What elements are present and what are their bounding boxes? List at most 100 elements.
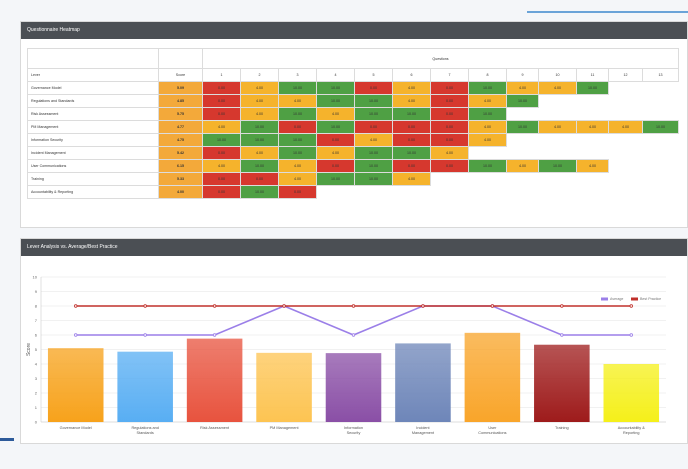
heatmap-cell: 10.00 bbox=[392, 107, 431, 121]
heatmap-empty-cell bbox=[506, 172, 539, 186]
x-tick-label: Regulations and Standards bbox=[131, 426, 158, 435]
heatmap-empty-cell bbox=[538, 172, 577, 186]
heatmap-cell: 4.00 bbox=[430, 146, 469, 160]
heatmap-cell: 0.00 bbox=[278, 185, 317, 199]
series-point bbox=[212, 304, 217, 308]
heatmap-row: Governance Model 5.09 0.00 4.00 10.00 10.00 0.… bbox=[27, 81, 679, 95]
heatmap-cell: 10.00 bbox=[202, 133, 241, 147]
heatmap-row: PM Management 4.77 4.00 10.00 0.00 10.00 0.00 0… bbox=[27, 120, 679, 134]
question-number-header: 1 bbox=[202, 68, 241, 82]
score-column-header: Score bbox=[158, 68, 203, 82]
heatmap-empty-cell bbox=[576, 146, 609, 160]
y-tick-label: 10 bbox=[33, 274, 38, 279]
question-number-header: 3 bbox=[278, 68, 317, 82]
x-tick-label: Incident Management bbox=[412, 426, 435, 435]
heatmap-cell: 10.00 bbox=[240, 133, 279, 147]
heatmap-empty-cell bbox=[576, 94, 609, 108]
heatmap-cell: 0.00 bbox=[392, 133, 431, 147]
heatmap-cell: 4.00 bbox=[538, 81, 577, 95]
heatmap-cell: 4.00 bbox=[468, 120, 507, 134]
question-number-header: 13 bbox=[642, 68, 679, 82]
header-spacer bbox=[27, 48, 159, 69]
y-tick-label: 9 bbox=[35, 289, 38, 294]
header-spacer bbox=[158, 48, 203, 69]
bar bbox=[47, 348, 104, 422]
heatmap-empty-cell bbox=[642, 107, 679, 121]
heatmap-empty-cell bbox=[316, 185, 355, 199]
heatmap-cell: 4.00 bbox=[316, 146, 355, 160]
heatmap-cell: 10.00 bbox=[538, 159, 577, 173]
heatmap-empty-cell bbox=[506, 133, 539, 147]
bar bbox=[256, 352, 312, 422]
heatmap-empty-cell bbox=[642, 146, 679, 160]
lever-score: 5.75 bbox=[158, 107, 203, 121]
series-point bbox=[560, 304, 564, 308]
question-number-header: 7 bbox=[430, 68, 469, 82]
lever-score: 5.42 bbox=[158, 146, 203, 160]
heatmap-row: Information Security 4.75 10.00 10.00 10.00 0… bbox=[27, 133, 679, 147]
heatmap-cell: 4.00 bbox=[392, 81, 431, 95]
lever-score: 4.85 bbox=[158, 94, 203, 108]
bar bbox=[325, 353, 382, 422]
series-point bbox=[421, 304, 425, 308]
lever-score: 4.77 bbox=[158, 120, 203, 134]
heatmap-empty-cell bbox=[642, 172, 679, 186]
y-tick-label: 4 bbox=[35, 361, 38, 366]
heatmap-cell: 4.00 bbox=[608, 120, 643, 134]
question-number-header: 11 bbox=[576, 68, 609, 82]
heatmap-cell: 10.00 bbox=[354, 94, 393, 108]
heatmap-cell: 10.00 bbox=[278, 133, 317, 147]
heatmap-cell: 0.00 bbox=[202, 172, 241, 186]
heatmap-cell: 0.00 bbox=[430, 107, 469, 121]
heatmap-empty-cell bbox=[468, 185, 507, 199]
heatmap-empty-cell bbox=[608, 94, 643, 108]
heatmap-cell: 0.00 bbox=[240, 172, 279, 186]
heatmap-row: Training 5.33 0.00 0.00 4.00 10.00 10.00 4.00 bbox=[27, 172, 679, 186]
heatmap-cell: 4.00 bbox=[202, 159, 241, 173]
heatmap-empty-cell bbox=[576, 172, 609, 186]
legend-label: Best Practice bbox=[640, 297, 661, 301]
heatmap-cell: 10.00 bbox=[316, 120, 355, 134]
series-point bbox=[560, 333, 564, 337]
lever-name: Training bbox=[27, 172, 159, 186]
series-point bbox=[351, 304, 356, 308]
heatmap-cell: 10.00 bbox=[354, 172, 393, 186]
heatmap-cell: 0.00 bbox=[354, 81, 393, 95]
question-number-header: 5 bbox=[354, 68, 393, 82]
heatmap-cell: 4.00 bbox=[392, 172, 431, 186]
heatmap-cell: 10.00 bbox=[278, 107, 317, 121]
y-tick-label: 6 bbox=[35, 332, 38, 337]
heatmap-cell: 4.00 bbox=[392, 94, 431, 108]
question-number-header: 10 bbox=[538, 68, 577, 82]
heatmap-cell: 0.00 bbox=[430, 94, 469, 108]
heatmap-cell: 10.00 bbox=[468, 107, 507, 121]
heatmap-cell: 0.00 bbox=[354, 120, 393, 134]
lever-name: Regulations and Standards bbox=[27, 94, 159, 108]
heatmap-title: Questionnaire Heatmap bbox=[21, 22, 687, 39]
heatmap-cell: 4.00 bbox=[240, 81, 279, 95]
heatmap-cell: 10.00 bbox=[392, 146, 431, 160]
heatmap-empty-cell bbox=[576, 133, 609, 147]
x-tick-label: Training bbox=[555, 426, 569, 430]
question-number-header: 8 bbox=[468, 68, 507, 82]
lever-score: 5.09 bbox=[158, 81, 203, 95]
heatmap-cell: 0.00 bbox=[202, 94, 241, 108]
heatmap-empty-cell bbox=[608, 133, 643, 147]
lever-score: 4.00 bbox=[158, 185, 203, 199]
heatmap-cell: 4.00 bbox=[316, 107, 355, 121]
heatmap-empty-cell bbox=[608, 172, 643, 186]
lever-name: Governance Model bbox=[27, 81, 159, 95]
lever-name: Accountability & Reporting bbox=[27, 185, 159, 199]
heatmap-panel: Questionnaire Heatmap Questions Lever Sc… bbox=[20, 21, 688, 228]
y-axis-label: Score bbox=[26, 343, 32, 356]
heatmap-cell: 4.00 bbox=[468, 133, 507, 147]
heatmap-row: Accountability & Reporting 4.00 0.00 10.00 0… bbox=[27, 185, 679, 199]
heatmap-empty-cell bbox=[538, 133, 577, 147]
y-tick-label: 8 bbox=[35, 303, 38, 308]
heatmap-empty-cell bbox=[468, 146, 507, 160]
legend-swatch bbox=[631, 297, 638, 301]
heatmap-cell: 10.00 bbox=[278, 81, 317, 95]
bar bbox=[395, 343, 451, 422]
x-tick-label: Governance Model bbox=[60, 426, 92, 430]
heatmap-empty-cell bbox=[506, 146, 539, 160]
